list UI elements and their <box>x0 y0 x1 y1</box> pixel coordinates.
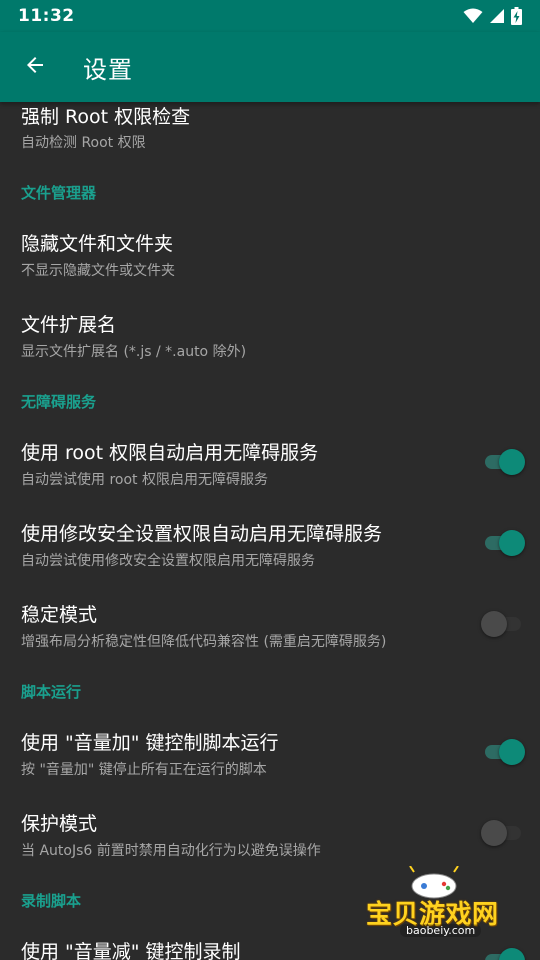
pref-summary: 当 AutoJs6 前置时禁用自动化行为以避免误操作 <box>21 843 321 859</box>
category-record-script: 录制脚本 <box>21 892 82 910</box>
pref-file-extension[interactable]: 文件扩展名 显示文件扩展名 (*.js / *.auto 除外) <box>0 293 540 373</box>
pref-title: 隐藏文件和文件夹 <box>21 233 174 255</box>
pref-summary: 不显示隐藏文件或文件夹 <box>21 263 175 279</box>
pref-hidden-files[interactable]: 隐藏文件和文件夹 不显示隐藏文件或文件夹 <box>0 212 540 292</box>
page-title: 设置 <box>83 55 133 84</box>
pref-title: 稳定模式 <box>21 604 98 626</box>
battery-charging-icon <box>511 7 522 25</box>
pref-title: 使用 "音量减" 键控制录制 <box>21 941 241 960</box>
guard-mode-toggle[interactable] <box>481 818 525 848</box>
settings-list[interactable]: 强制 Root 权限检查 自动检测 Root 权限 文件管理器 隐藏文件和文件夹… <box>0 102 540 960</box>
pref-stable-mode[interactable]: 稳定模式 增强布局分析稳定性但降低代码兼容性 (需重启无障碍服务) <box>0 583 540 663</box>
pref-summary: 自动尝试使用修改安全设置权限启用无障碍服务 <box>21 553 315 569</box>
pref-title: 保护模式 <box>21 813 98 835</box>
arrow-back-icon <box>23 53 47 81</box>
toggle-thumb <box>481 611 507 637</box>
volume-down-record-toggle[interactable] <box>481 946 525 960</box>
toggle-thumb <box>499 449 525 475</box>
pref-summary: 增强布局分析稳定性但降低代码兼容性 (需重启无障碍服务) <box>21 634 387 650</box>
pref-secure-settings-accessibility[interactable]: 使用修改安全设置权限自动启用无障碍服务 自动尝试使用修改安全设置权限启用无障碍服… <box>0 502 540 582</box>
pref-title: 使用修改安全设置权限自动启用无障碍服务 <box>21 523 383 545</box>
pref-root-accessibility[interactable]: 使用 root 权限自动启用无障碍服务 自动尝试使用 root 权限启用无障碍服… <box>0 421 540 501</box>
pref-title: 文件扩展名 <box>21 314 117 336</box>
category-script-run: 脚本运行 <box>21 683 82 701</box>
pref-summary: 显示文件扩展名 (*.js / *.auto 除外) <box>21 344 247 360</box>
pref-guard-mode[interactable]: 保护模式 当 AutoJs6 前置时禁用自动化行为以避免误操作 <box>0 792 540 872</box>
wifi-icon <box>463 8 483 24</box>
status-time: 11:32 <box>18 6 75 26</box>
pref-summary: 自动尝试使用 root 权限启用无障碍服务 <box>21 472 268 488</box>
toggle-thumb <box>499 530 525 556</box>
stable-mode-toggle[interactable] <box>481 609 525 639</box>
toggle-thumb <box>481 820 507 846</box>
pref-title: 使用 root 权限自动启用无障碍服务 <box>21 442 319 464</box>
pref-volume-down-record[interactable]: 使用 "音量减" 键控制录制 <box>0 920 540 960</box>
pref-volume-up-control[interactable]: 使用 "音量加" 键控制脚本运行 按 "音量加" 键停止所有正在运行的脚本 <box>0 711 540 791</box>
secure-settings-accessibility-toggle[interactable] <box>481 528 525 558</box>
toggle-thumb <box>499 739 525 765</box>
signal-icon <box>489 8 505 24</box>
pref-summary: 自动检测 Root 权限 <box>21 135 146 151</box>
volume-up-control-toggle[interactable] <box>481 737 525 767</box>
pref-title: 使用 "音量加" 键控制脚本运行 <box>21 732 279 754</box>
category-accessibility: 无障碍服务 <box>21 393 97 411</box>
toggle-thumb <box>499 948 525 960</box>
status-bar: 11:32 <box>0 0 540 32</box>
pref-force-root-check[interactable]: 强制 Root 权限检查 自动检测 Root 权限 <box>0 102 540 162</box>
pref-summary: 按 "音量加" 键停止所有正在运行的脚本 <box>21 762 267 778</box>
pref-title: 强制 Root 权限检查 <box>21 106 191 128</box>
root-accessibility-toggle[interactable] <box>481 447 525 477</box>
back-button[interactable] <box>17 49 53 85</box>
category-file-manager: 文件管理器 <box>21 184 97 202</box>
app-bar: 设置 <box>0 32 540 102</box>
status-icons <box>463 7 522 25</box>
